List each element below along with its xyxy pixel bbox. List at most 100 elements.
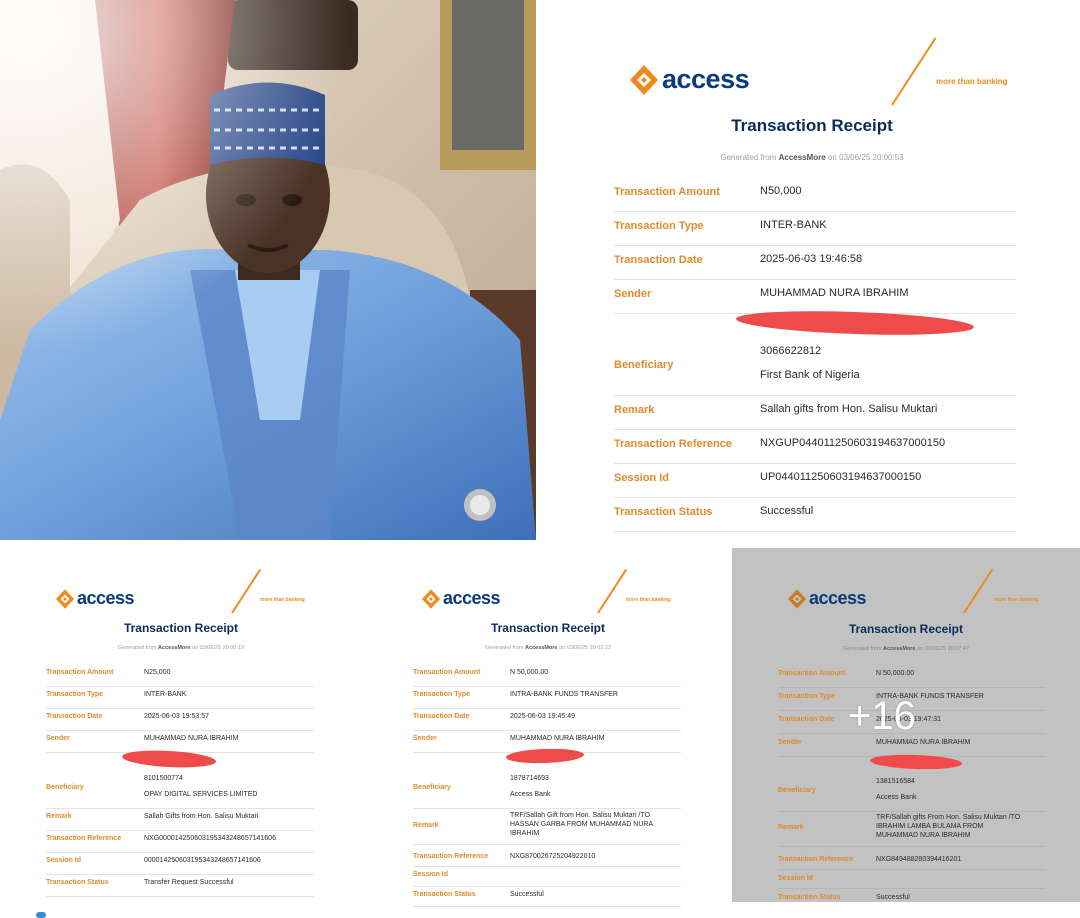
row-value: 8101500774 bbox=[144, 775, 183, 782]
tagline: more than banking bbox=[936, 77, 1008, 86]
receipt-row: Transaction Reference NXG0000142506031953… bbox=[46, 830, 314, 853]
row-value: INTRA-BANK FUNDS TRANSFER bbox=[510, 691, 618, 698]
row-value: NXG84948828039441620​1 bbox=[876, 856, 962, 863]
row-value: Sallah Gifts from Hon. Salisu Muktari bbox=[144, 813, 259, 820]
receipt-row: Remark Sallah Gifts from Hon. Salisu Mukt… bbox=[46, 808, 314, 831]
generated-time: 03/06/25 20:00:53 bbox=[839, 153, 904, 162]
more-photos-count[interactable]: +16 bbox=[848, 694, 916, 739]
tagline: more than banking bbox=[626, 597, 671, 603]
row-label: Beneficiary bbox=[413, 784, 451, 791]
receipt-row: Transaction Amount N 50,000.00 bbox=[413, 664, 681, 687]
receipt-row: Transaction Status Transfer Request Succe… bbox=[46, 874, 314, 897]
row-value: N50,000 bbox=[760, 185, 802, 197]
row-value: Successful bbox=[510, 891, 544, 898]
row-label: Transaction Type bbox=[413, 691, 471, 698]
row-value-secondary: Access Bank bbox=[510, 791, 551, 798]
access-diamond-icon bbox=[788, 588, 806, 609]
receipt-row: Session Id UP044011250603194637000150 bbox=[614, 463, 1016, 498]
row-value: 2025-06-03 19:45:49 bbox=[510, 713, 575, 720]
row-label: Transaction Amount bbox=[614, 186, 720, 198]
receipt-small-1[interactable]: access more than banking Transaction Rec… bbox=[0, 548, 362, 918]
receipt-small-2[interactable]: access more than banking Transaction Rec… bbox=[368, 548, 728, 918]
receipt-row: Session Id bbox=[778, 870, 1046, 889]
brand-name: access bbox=[662, 64, 750, 94]
receipt-row: Transaction Amount N25,000 bbox=[46, 664, 314, 687]
receipt-row: Session Id bbox=[413, 866, 681, 887]
generated-line: Generated from AccessMore on 03/06/25 20… bbox=[732, 646, 1080, 652]
receipt-row: Transaction Reference NXG8494882803944162… bbox=[778, 851, 1046, 870]
receipt-title: Transaction Receipt bbox=[848, 622, 964, 636]
row-label: Transaction Reference bbox=[778, 856, 854, 863]
receipt-title: Transaction Receipt bbox=[123, 621, 239, 635]
row-label: Remark bbox=[778, 824, 804, 831]
receipt-row: Transaction Status Successful bbox=[778, 889, 1046, 902]
generated-line: Generated from AccessMore on 03/06/25 20… bbox=[0, 645, 362, 651]
row-label: Transaction Date bbox=[413, 713, 470, 720]
generated-app: AccessMore bbox=[883, 646, 916, 652]
generated-prefix: Generated from bbox=[117, 645, 157, 651]
receipt-main[interactable]: access more than banking Transaction Rec… bbox=[544, 0, 1080, 540]
brand-slash bbox=[963, 568, 994, 614]
row-label: Transaction Reference bbox=[413, 853, 489, 860]
row-label: Beneficiary bbox=[46, 784, 84, 791]
brand-slash bbox=[891, 37, 937, 106]
access-logo: access bbox=[630, 64, 750, 95]
row-value: N 50,000.00 bbox=[510, 669, 549, 676]
row-value: TRF/Sallah Gift from Hon. Salisu Muktari… bbox=[510, 812, 653, 837]
row-label: Transaction Reference bbox=[46, 835, 122, 842]
row-value: N 50,000.00 bbox=[876, 670, 915, 677]
row-label: Transaction Amount bbox=[778, 670, 846, 677]
access-diamond-icon bbox=[422, 588, 440, 609]
receipt-row: Beneficiary 3066622812 First Bank of Niger… bbox=[614, 337, 1016, 396]
row-label: Session Id bbox=[778, 875, 814, 882]
generated-prefix: Generated from bbox=[484, 645, 524, 651]
receipt-row: Transaction Date 2025-06-03 19:45:49 bbox=[413, 708, 681, 731]
row-label: Transaction Date bbox=[614, 254, 703, 266]
brand-name: access bbox=[77, 588, 135, 608]
receipt-row: Beneficiary 1381516584 Access Bank bbox=[778, 773, 1046, 812]
row-label: Transaction Amount bbox=[46, 669, 114, 676]
row-value: UP044011250603194637000150 bbox=[760, 471, 922, 483]
receipt-title: Transaction Receipt bbox=[731, 116, 893, 135]
row-label: Sender bbox=[614, 288, 652, 300]
brand-slash bbox=[597, 568, 628, 614]
access-logo: access bbox=[788, 588, 867, 609]
receipt-row: Transaction Reference NXGUP04401125060319… bbox=[614, 429, 1016, 464]
row-label: Transaction Type bbox=[778, 693, 836, 700]
receipt-row: Transaction Status Successful bbox=[413, 886, 681, 907]
row-label: Transaction Date bbox=[778, 716, 835, 723]
generated-time: 03/06/25 20:00:19 bbox=[199, 645, 245, 651]
row-value: TRF/Sallah gifts From Hon. Salisu Muktar… bbox=[876, 814, 1021, 839]
row-value: Transfer Request Successful bbox=[144, 879, 234, 886]
generated-on: on bbox=[192, 645, 199, 651]
row-label: Transaction Status bbox=[413, 891, 476, 898]
row-label: Remark bbox=[413, 822, 439, 829]
receipt-row: Transaction Type INTRA-BANK FUNDS TRANSFE… bbox=[413, 686, 681, 709]
receipt-row: Beneficiary 8101500774 OPAY DIGITAL SERVIC… bbox=[46, 770, 314, 809]
row-label: Session Id bbox=[46, 857, 82, 864]
access-diamond-icon bbox=[56, 588, 74, 609]
generated-on: on bbox=[917, 646, 924, 652]
receipt-row: Transaction Status Successful bbox=[614, 497, 1016, 532]
row-value: 2025-06-03 19:46:58 bbox=[760, 253, 863, 265]
row-value: N25,000 bbox=[144, 669, 171, 676]
row-value: MUHAMMAD NURA IBRAHIM bbox=[144, 735, 239, 742]
row-value: INTER-BANK bbox=[144, 691, 187, 698]
portrait-photo[interactable] bbox=[0, 0, 536, 540]
row-value: NXG870026725204922010 bbox=[510, 853, 596, 860]
generated-line: Generated from AccessMore on 03/06/25 20… bbox=[544, 153, 1080, 162]
row-label: Transaction Status bbox=[614, 506, 713, 518]
row-label: Sender bbox=[778, 739, 802, 746]
row-value: 1878714693 bbox=[510, 775, 549, 782]
row-value: 2025-06-03 19:53:57 bbox=[144, 713, 209, 720]
receipt-title: Transaction Receipt bbox=[490, 621, 606, 635]
row-label: Transaction Type bbox=[614, 220, 704, 232]
receipt-row: Sender MUHAMMAD NURA IBRAHIM bbox=[614, 279, 1016, 314]
generated-on: on bbox=[827, 153, 837, 162]
receipt-row: Remark TRF/Sallah gifts From Hon. Salisu … bbox=[778, 812, 1046, 847]
receipt-row: Transaction Date 2025-06-03 19:46:58 bbox=[614, 245, 1016, 280]
receipt-row: Transaction Amount N 50,000.00 bbox=[778, 665, 1046, 688]
row-label: Sender bbox=[46, 735, 70, 742]
generated-time: 03/06/25 20:07:47 bbox=[924, 646, 970, 652]
receipt-row: Session Id 000014250603195343248657141606 bbox=[46, 852, 314, 875]
